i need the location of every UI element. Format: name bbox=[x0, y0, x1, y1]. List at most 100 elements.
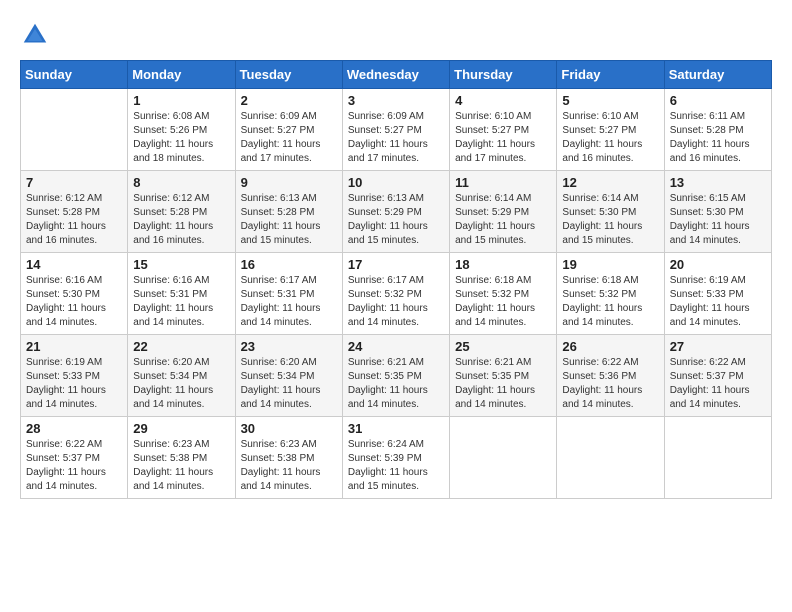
day-number: 12 bbox=[562, 175, 658, 190]
calendar-cell: 4 Sunrise: 6:10 AMSunset: 5:27 PMDaylight… bbox=[450, 89, 557, 171]
day-info: Sunrise: 6:22 AMSunset: 5:37 PMDaylight:… bbox=[670, 356, 766, 412]
calendar-cell: 9 Sunrise: 6:13 AMSunset: 5:28 PMDaylight… bbox=[235, 171, 342, 253]
day-number: 20 bbox=[670, 257, 766, 272]
calendar-cell: 21 Sunrise: 6:19 AMSunset: 5:33 PMDayligh… bbox=[21, 335, 128, 417]
day-number: 6 bbox=[670, 93, 766, 108]
day-info: Sunrise: 6:13 AMSunset: 5:29 PMDaylight:… bbox=[348, 192, 444, 248]
day-info: Sunrise: 6:10 AMSunset: 5:27 PMDaylight:… bbox=[455, 110, 551, 166]
day-info: Sunrise: 6:22 AMSunset: 5:36 PMDaylight:… bbox=[562, 356, 658, 412]
day-number: 14 bbox=[26, 257, 122, 272]
day-info: Sunrise: 6:15 AMSunset: 5:30 PMDaylight:… bbox=[670, 192, 766, 248]
calendar-week-row: 21 Sunrise: 6:19 AMSunset: 5:33 PMDayligh… bbox=[21, 335, 772, 417]
day-number: 4 bbox=[455, 93, 551, 108]
calendar-cell: 8Sunrise: 6:12 AMSunset: 5:28 PMDaylight… bbox=[128, 171, 235, 253]
day-info: Sunrise: 6:11 AMSunset: 5:28 PMDaylight:… bbox=[670, 110, 766, 166]
day-number: 15 bbox=[133, 257, 229, 272]
day-info: Sunrise: 6:14 AMSunset: 5:30 PMDaylight:… bbox=[562, 192, 658, 248]
weekday-header: Monday bbox=[128, 61, 235, 89]
weekday-header: Friday bbox=[557, 61, 664, 89]
calendar-cell: 29 Sunrise: 6:23 AMSunset: 5:38 PMDayligh… bbox=[128, 417, 235, 499]
day-number: 10 bbox=[348, 175, 444, 190]
day-number: 9 bbox=[241, 175, 337, 190]
day-number: 29 bbox=[133, 421, 229, 436]
calendar-cell: 1 Sunrise: 6:08 AMSunset: 5:26 PMDaylight… bbox=[128, 89, 235, 171]
calendar-cell: 10 Sunrise: 6:13 AMSunset: 5:29 PMDayligh… bbox=[342, 171, 449, 253]
calendar-cell: 25 Sunrise: 6:21 AMSunset: 5:35 PMDayligh… bbox=[450, 335, 557, 417]
day-number: 16 bbox=[241, 257, 337, 272]
calendar-cell: 24 Sunrise: 6:21 AMSunset: 5:35 PMDayligh… bbox=[342, 335, 449, 417]
calendar-cell: 28 Sunrise: 6:22 AMSunset: 5:37 PMDayligh… bbox=[21, 417, 128, 499]
calendar-cell: 7Sunrise: 6:12 AMSunset: 5:28 PMDaylight… bbox=[21, 171, 128, 253]
calendar-cell: 27Sunrise: 6:22 AMSunset: 5:37 PMDayligh… bbox=[664, 335, 771, 417]
calendar-week-row: 1 Sunrise: 6:08 AMSunset: 5:26 PMDaylight… bbox=[21, 89, 772, 171]
day-info: Sunrise: 6:12 AMSunset: 5:28 PMDaylight:… bbox=[26, 192, 122, 248]
day-number: 17 bbox=[348, 257, 444, 272]
day-number: 30 bbox=[241, 421, 337, 436]
calendar-cell: 12 Sunrise: 6:14 AMSunset: 5:30 PMDayligh… bbox=[557, 171, 664, 253]
calendar-cell: 17 Sunrise: 6:17 AMSunset: 5:32 PMDayligh… bbox=[342, 253, 449, 335]
page-header bbox=[20, 20, 772, 50]
day-info: Sunrise: 6:13 AMSunset: 5:28 PMDaylight:… bbox=[241, 192, 337, 248]
day-number: 24 bbox=[348, 339, 444, 354]
calendar-cell: 18Sunrise: 6:18 AMSunset: 5:32 PMDayligh… bbox=[450, 253, 557, 335]
day-number: 2 bbox=[241, 93, 337, 108]
weekday-header: Thursday bbox=[450, 61, 557, 89]
calendar-cell bbox=[21, 89, 128, 171]
calendar-cell: 22 Sunrise: 6:20 AMSunset: 5:34 PMDayligh… bbox=[128, 335, 235, 417]
day-number: 11 bbox=[455, 175, 551, 190]
calendar-cell: 11Sunrise: 6:14 AMSunset: 5:29 PMDayligh… bbox=[450, 171, 557, 253]
day-number: 13 bbox=[670, 175, 766, 190]
day-info: Sunrise: 6:09 AMSunset: 5:27 PMDaylight:… bbox=[241, 110, 337, 166]
day-number: 26 bbox=[562, 339, 658, 354]
day-info: Sunrise: 6:20 AMSunset: 5:34 PMDaylight:… bbox=[241, 356, 337, 412]
calendar-cell: 5 Sunrise: 6:10 AMSunset: 5:27 PMDaylight… bbox=[557, 89, 664, 171]
day-info: Sunrise: 6:21 AMSunset: 5:35 PMDaylight:… bbox=[348, 356, 444, 412]
calendar-cell: 3Sunrise: 6:09 AMSunset: 5:27 PMDaylight… bbox=[342, 89, 449, 171]
calendar-cell: 26 Sunrise: 6:22 AMSunset: 5:36 PMDayligh… bbox=[557, 335, 664, 417]
day-number: 3 bbox=[348, 93, 444, 108]
calendar-cell bbox=[557, 417, 664, 499]
calendar-cell: 23 Sunrise: 6:20 AMSunset: 5:34 PMDayligh… bbox=[235, 335, 342, 417]
day-number: 8 bbox=[133, 175, 229, 190]
calendar-cell: 19 Sunrise: 6:18 AMSunset: 5:32 PMDayligh… bbox=[557, 253, 664, 335]
day-info: Sunrise: 6:17 AMSunset: 5:31 PMDaylight:… bbox=[241, 274, 337, 330]
calendar-week-row: 14 Sunrise: 6:16 AMSunset: 5:30 PMDayligh… bbox=[21, 253, 772, 335]
weekday-header: Tuesday bbox=[235, 61, 342, 89]
day-info: Sunrise: 6:17 AMSunset: 5:32 PMDaylight:… bbox=[348, 274, 444, 330]
calendar-week-row: 28 Sunrise: 6:22 AMSunset: 5:37 PMDayligh… bbox=[21, 417, 772, 499]
logo-icon bbox=[20, 20, 50, 50]
day-info: Sunrise: 6:18 AMSunset: 5:32 PMDaylight:… bbox=[562, 274, 658, 330]
weekday-header: Saturday bbox=[664, 61, 771, 89]
calendar-cell: 31Sunrise: 6:24 AMSunset: 5:39 PMDayligh… bbox=[342, 417, 449, 499]
calendar-cell: 16 Sunrise: 6:17 AMSunset: 5:31 PMDayligh… bbox=[235, 253, 342, 335]
day-number: 22 bbox=[133, 339, 229, 354]
day-number: 5 bbox=[562, 93, 658, 108]
day-number: 28 bbox=[26, 421, 122, 436]
calendar-cell: 6 Sunrise: 6:11 AMSunset: 5:28 PMDaylight… bbox=[664, 89, 771, 171]
calendar-cell: 30 Sunrise: 6:23 AMSunset: 5:38 PMDayligh… bbox=[235, 417, 342, 499]
day-info: Sunrise: 6:22 AMSunset: 5:37 PMDaylight:… bbox=[26, 438, 122, 494]
day-info: Sunrise: 6:21 AMSunset: 5:35 PMDaylight:… bbox=[455, 356, 551, 412]
day-number: 19 bbox=[562, 257, 658, 272]
day-number: 25 bbox=[455, 339, 551, 354]
day-info: Sunrise: 6:19 AMSunset: 5:33 PMDaylight:… bbox=[26, 356, 122, 412]
calendar-cell bbox=[450, 417, 557, 499]
day-info: Sunrise: 6:16 AMSunset: 5:31 PMDaylight:… bbox=[133, 274, 229, 330]
day-info: Sunrise: 6:23 AMSunset: 5:38 PMDaylight:… bbox=[133, 438, 229, 494]
day-number: 21 bbox=[26, 339, 122, 354]
day-info: Sunrise: 6:10 AMSunset: 5:27 PMDaylight:… bbox=[562, 110, 658, 166]
day-number: 18 bbox=[455, 257, 551, 272]
day-info: Sunrise: 6:20 AMSunset: 5:34 PMDaylight:… bbox=[133, 356, 229, 412]
day-info: Sunrise: 6:23 AMSunset: 5:38 PMDaylight:… bbox=[241, 438, 337, 494]
day-info: Sunrise: 6:24 AMSunset: 5:39 PMDaylight:… bbox=[348, 438, 444, 494]
day-number: 23 bbox=[241, 339, 337, 354]
day-number: 1 bbox=[133, 93, 229, 108]
calendar-header-row: SundayMondayTuesdayWednesdayThursdayFrid… bbox=[21, 61, 772, 89]
calendar-cell: 15 Sunrise: 6:16 AMSunset: 5:31 PMDayligh… bbox=[128, 253, 235, 335]
day-info: Sunrise: 6:16 AMSunset: 5:30 PMDaylight:… bbox=[26, 274, 122, 330]
calendar-cell: 14 Sunrise: 6:16 AMSunset: 5:30 PMDayligh… bbox=[21, 253, 128, 335]
calendar-cell bbox=[664, 417, 771, 499]
day-info: Sunrise: 6:08 AMSunset: 5:26 PMDaylight:… bbox=[133, 110, 229, 166]
calendar-cell: 13 Sunrise: 6:15 AMSunset: 5:30 PMDayligh… bbox=[664, 171, 771, 253]
calendar-table: SundayMondayTuesdayWednesdayThursdayFrid… bbox=[20, 60, 772, 499]
